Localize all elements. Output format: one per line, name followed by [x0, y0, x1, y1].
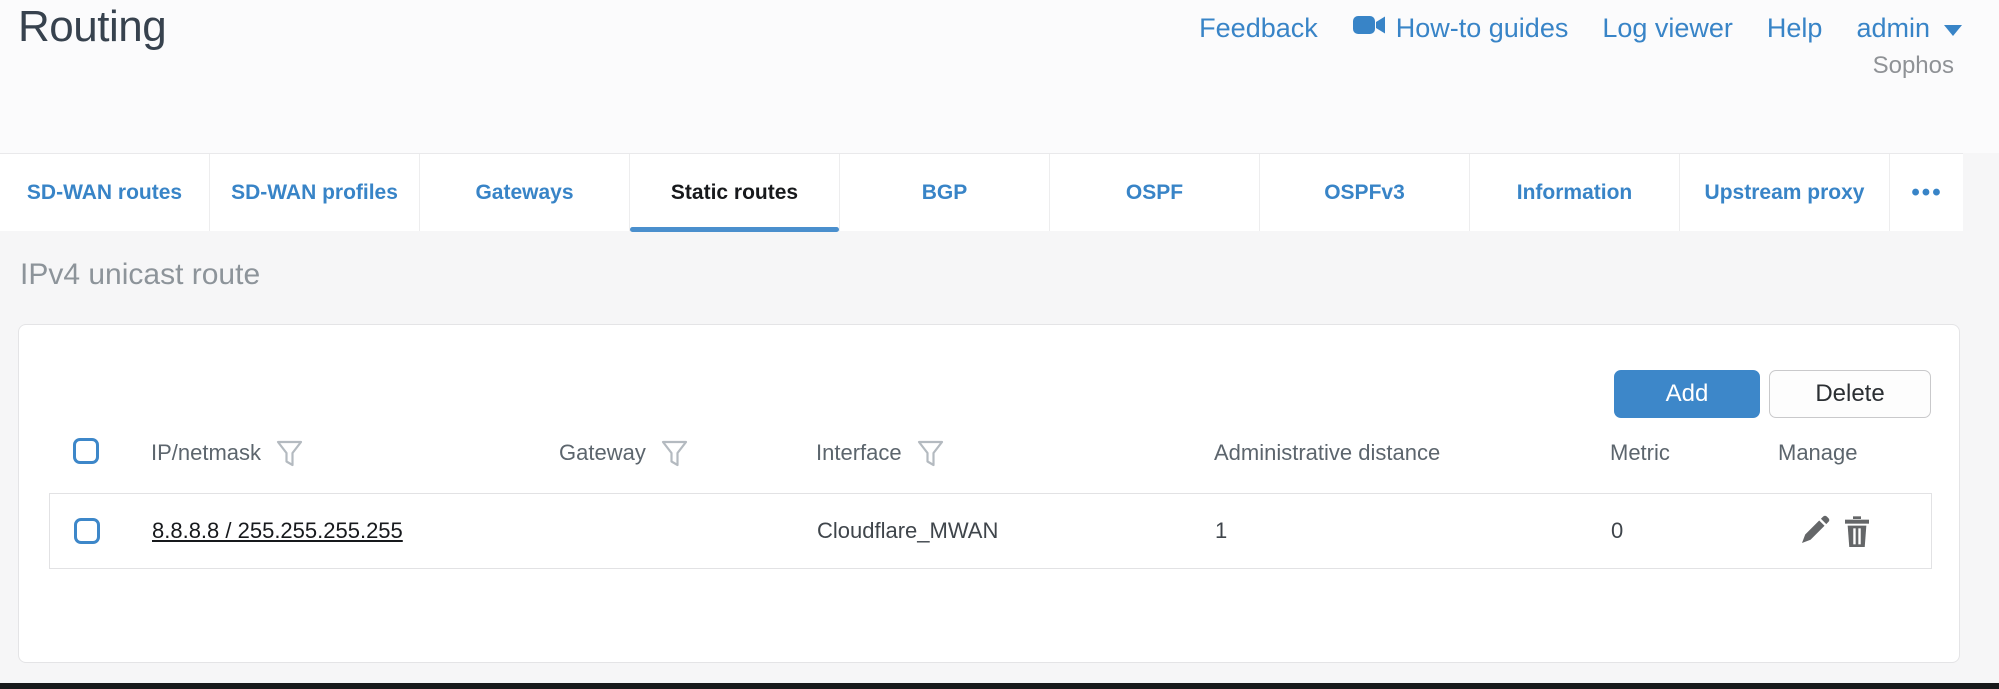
column-header-manage: Manage — [1778, 437, 1858, 469]
select-all-checkbox[interactable] — [73, 438, 99, 464]
table-header: IP/netmask Gateway Interface Administrat… — [19, 437, 1959, 469]
feedback-link-label: Feedback — [1199, 13, 1318, 44]
section-title: IPv4 unicast route — [20, 258, 260, 292]
edit-pencil-icon[interactable] — [1798, 515, 1830, 547]
tab-label: SD-WAN routes — [27, 181, 182, 205]
log-viewer-label: Log viewer — [1602, 13, 1733, 44]
tab-label: Information — [1517, 181, 1633, 205]
tab-label: Static routes — [671, 181, 798, 205]
route-interface: Cloudflare_MWAN — [817, 518, 998, 544]
howto-guides-label: How-to guides — [1396, 13, 1569, 44]
column-header-administrative-distance: Administrative distance — [1214, 437, 1440, 469]
tab-information[interactable]: Information — [1470, 154, 1680, 231]
tab-overflow-ellipsis[interactable]: ••• — [1890, 154, 1964, 231]
feedback-link[interactable]: Feedback — [1199, 13, 1318, 44]
column-label: IP/netmask — [151, 437, 261, 469]
tab-ospfv3[interactable]: OSPFv3 — [1260, 154, 1470, 231]
tab-label: OSPF — [1126, 181, 1183, 205]
ellipsis-icon: ••• — [1911, 179, 1942, 207]
column-header-metric: Metric — [1610, 437, 1670, 469]
filter-icon[interactable] — [661, 440, 688, 468]
route-metric: 0 — [1611, 518, 1623, 544]
tab-sdwan-profiles[interactable]: SD-WAN profiles — [210, 154, 420, 231]
delete-trash-icon[interactable] — [1842, 515, 1872, 547]
tab-label: BGP — [922, 181, 968, 205]
column-header-interface: Interface — [816, 437, 944, 469]
row-manage-actions — [1798, 515, 1872, 547]
help-label: Help — [1767, 13, 1823, 44]
active-tab-underline — [630, 227, 839, 232]
column-label: Administrative distance — [1214, 437, 1440, 469]
column-label: Manage — [1778, 437, 1858, 469]
tab-bar: SD-WAN routes SD-WAN profiles Gateways S… — [0, 153, 1963, 231]
table-row: 8.8.8.8 / 255.255.255.255 Cloudflare_MWA… — [49, 493, 1932, 569]
brand-label: Sophos — [1199, 52, 1962, 80]
column-header-ip-netmask: IP/netmask — [151, 437, 303, 469]
routes-panel: Add Delete IP/netmask Gateway Interface — [18, 324, 1960, 663]
tab-upstream-proxy[interactable]: Upstream proxy — [1680, 154, 1890, 231]
video-camera-icon — [1352, 12, 1386, 45]
tab-label: Upstream proxy — [1705, 181, 1865, 205]
tab-label: SD-WAN profiles — [231, 181, 398, 205]
route-administrative-distance: 1 — [1215, 518, 1227, 544]
column-header-gateway: Gateway — [559, 437, 688, 469]
tab-static-routes[interactable]: Static routes — [630, 154, 840, 231]
tab-bgp[interactable]: BGP — [840, 154, 1050, 231]
row-checkbox-wrap — [74, 518, 100, 544]
tab-gateways[interactable]: Gateways — [420, 154, 630, 231]
add-button-label: Add — [1666, 380, 1709, 408]
tab-label: Gateways — [475, 181, 573, 205]
window-bottom-edge — [0, 683, 1999, 689]
tab-ospf[interactable]: OSPF — [1050, 154, 1260, 231]
page-title: Routing — [18, 2, 166, 52]
howto-guides-link[interactable]: How-to guides — [1352, 12, 1569, 45]
filter-icon[interactable] — [276, 440, 303, 468]
delete-button[interactable]: Delete — [1769, 370, 1931, 418]
column-label: Interface — [816, 437, 902, 469]
tab-sdwan-routes[interactable]: SD-WAN routes — [0, 154, 210, 231]
log-viewer-link[interactable]: Log viewer — [1602, 13, 1733, 44]
top-links: Feedback How-to guides Log viewer Help a… — [1199, 12, 1962, 45]
add-button[interactable]: Add — [1614, 370, 1760, 418]
tab-label: OSPFv3 — [1324, 181, 1405, 205]
help-link[interactable]: Help — [1767, 13, 1823, 44]
admin-menu-label: admin — [1856, 13, 1930, 44]
column-label: Metric — [1610, 437, 1670, 469]
row-checkbox[interactable] — [74, 518, 100, 544]
header-right: Feedback How-to guides Log viewer Help a… — [1199, 12, 1962, 80]
column-label: Gateway — [559, 437, 646, 469]
filter-icon[interactable] — [917, 440, 944, 468]
admin-menu[interactable]: admin — [1856, 13, 1962, 44]
top-header: Routing Feedback How-to guides Log viewe… — [0, 0, 1999, 153]
route-ip-netmask-link[interactable]: 8.8.8.8 / 255.255.255.255 — [152, 518, 403, 544]
chevron-down-icon — [1944, 25, 1962, 36]
routing-page: Routing Feedback How-to guides Log viewe… — [0, 0, 1999, 689]
delete-button-label: Delete — [1815, 380, 1884, 408]
